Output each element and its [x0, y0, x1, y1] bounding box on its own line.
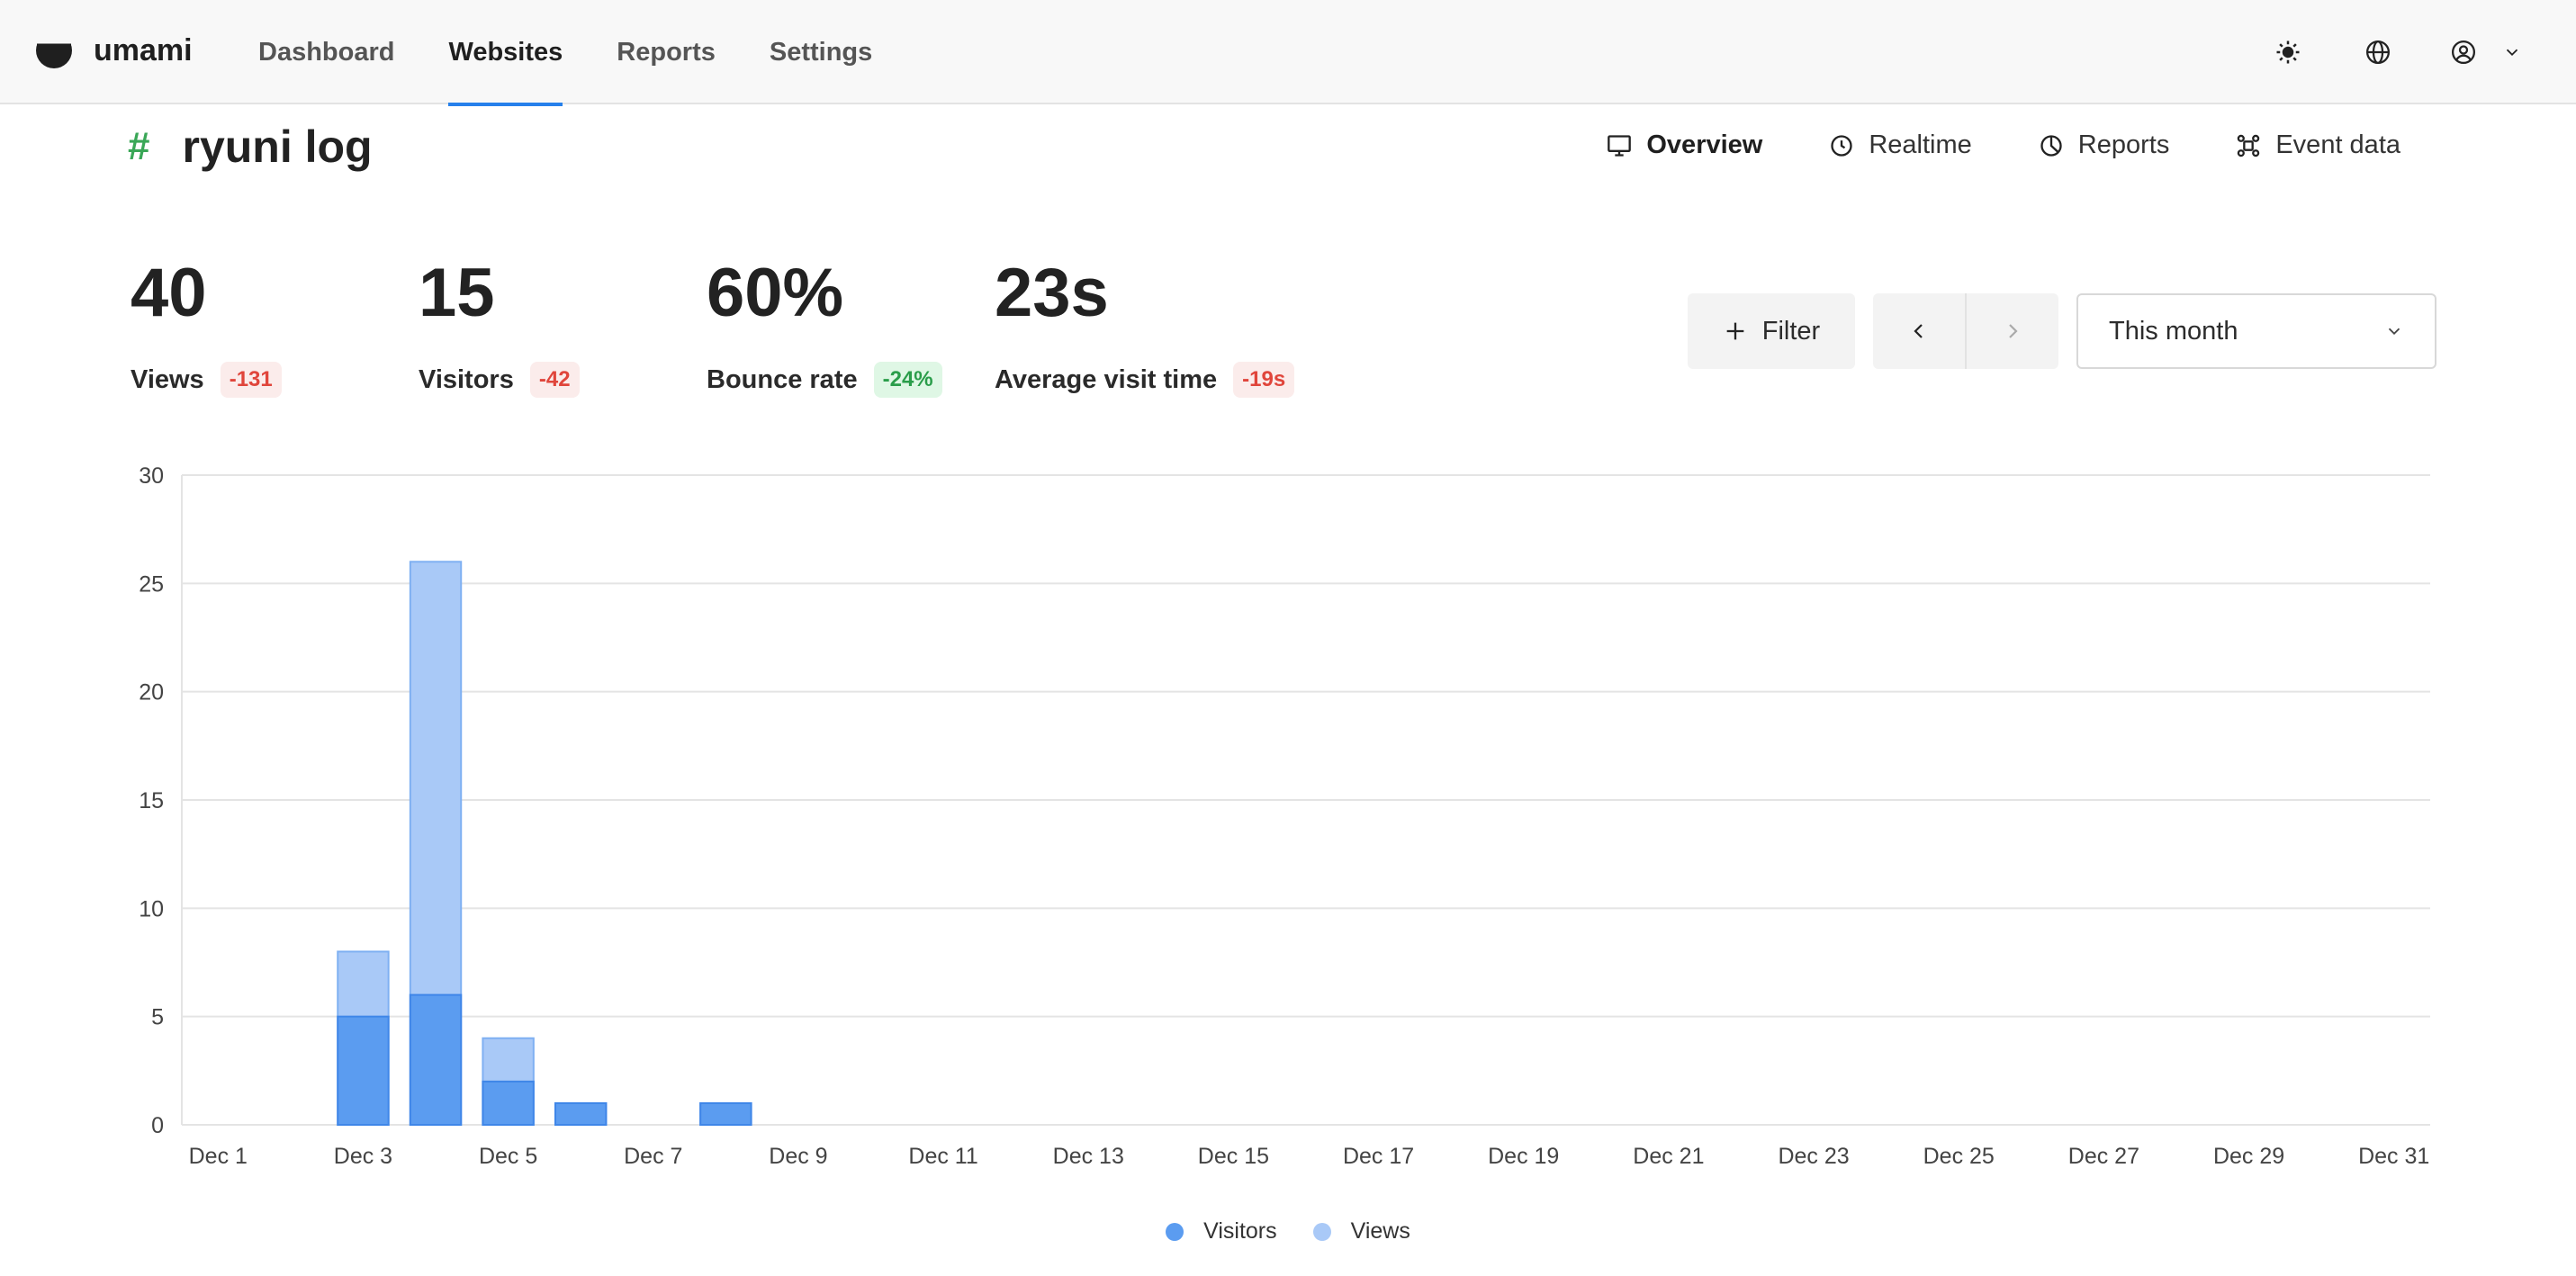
x-tick-label: Dec 27	[2068, 1144, 2139, 1169]
pie-chart-icon	[2040, 134, 2062, 157]
user-profile-icon	[2452, 40, 2475, 64]
x-tick-label: Dec 19	[1488, 1144, 1559, 1169]
x-tick-label: Dec 1	[189, 1144, 248, 1169]
nav-item-settings[interactable]: Settings	[770, 0, 872, 104]
language-button[interactable]	[2360, 34, 2396, 70]
x-tick-label: Dec 13	[1053, 1144, 1124, 1169]
filter-controls: Filter This month	[1688, 293, 2436, 369]
legend-item-visitors[interactable]: Visitors	[1166, 1218, 1277, 1245]
filter-button-label: Filter	[1761, 316, 1821, 346]
nav-item-dashboard[interactable]: Dashboard	[258, 0, 394, 104]
metric-bounce-rate: 60% Bounce rate -24%	[707, 259, 995, 398]
nodes-icon	[2238, 134, 2260, 157]
metric-views: 40 Views -131	[131, 259, 419, 398]
next-period-button[interactable]	[1967, 293, 2058, 369]
x-tick-label: Dec 7	[624, 1144, 682, 1169]
date-range-select[interactable]: This month	[2076, 293, 2436, 369]
x-tick-label: Dec 11	[908, 1144, 977, 1169]
metric-visitors: 15 Visitors -42	[419, 259, 707, 398]
x-tick-label: Dec 25	[1923, 1144, 1995, 1169]
y-tick-label: 5	[151, 1005, 164, 1030]
globe-icon	[2366, 40, 2390, 64]
app-logo[interactable]: umami	[34, 31, 193, 70]
umami-logo-icon	[36, 32, 72, 68]
tab-reports-label: Reports	[2077, 130, 2170, 159]
metric-value: 40	[131, 255, 207, 331]
plus-icon	[1726, 322, 1744, 340]
profile-menu-button[interactable]	[2450, 34, 2522, 70]
website-tabs: Overview Realtime Reports Event data	[1540, 130, 2400, 160]
sun-icon	[2276, 40, 2300, 64]
metric-label: Visitors	[419, 364, 514, 394]
legend-swatch	[1166, 1222, 1184, 1241]
chevron-down-icon	[2388, 328, 2400, 336]
legend-label: Visitors	[1203, 1218, 1277, 1244]
tab-realtime[interactable]: Realtime	[1829, 130, 1972, 160]
x-tick-label: Dec 5	[479, 1144, 537, 1169]
metric-label: Views	[131, 364, 204, 394]
tab-overview[interactable]: Overview	[1607, 130, 1762, 160]
y-tick-label: 15	[139, 788, 164, 813]
theme-toggle-button[interactable]	[2270, 34, 2306, 70]
chevron-right-icon	[2009, 324, 2018, 338]
y-tick-label: 0	[151, 1113, 164, 1138]
tab-reports[interactable]: Reports	[2039, 130, 2170, 160]
nav-item-websites[interactable]: Websites	[448, 0, 563, 106]
tab-event-data[interactable]: Event data	[2236, 130, 2400, 160]
x-tick-label: Dec 21	[1633, 1144, 1704, 1169]
y-tick-label: 30	[139, 463, 164, 489]
page-title: ryuni log	[182, 121, 373, 172]
date-pager	[1873, 293, 2058, 369]
bar-visitors[interactable]	[409, 993, 463, 1126]
x-tick-label: Dec 29	[2213, 1144, 2284, 1169]
legend-label: Views	[1350, 1218, 1410, 1244]
x-tick-label: Dec 31	[2358, 1144, 2429, 1169]
x-tick-label: Dec 15	[1198, 1144, 1269, 1169]
metric-average-visit-time: 23s Average visit time -19s	[995, 259, 1355, 398]
tab-realtime-label: Realtime	[1869, 130, 1972, 159]
y-tick-label: 20	[139, 680, 164, 705]
legend-swatch	[1312, 1222, 1331, 1241]
x-tick-label: Dec 23	[1778, 1144, 1849, 1169]
site-header: # ryuni log	[128, 121, 373, 173]
previous-period-button[interactable]	[1873, 293, 1967, 369]
date-range-value: This month	[2109, 316, 2238, 346]
x-tick-label: Dec 17	[1343, 1144, 1414, 1169]
tab-overview-label: Overview	[1646, 130, 1763, 159]
app-name: umami	[94, 32, 193, 67]
top-navigation-bar: umami Dashboard Websites Reports Setting…	[0, 0, 2576, 106]
legend-item-views[interactable]: Views	[1312, 1218, 1410, 1245]
pageviews-bar-chart: 0 5 10 15 20 25 30 Dec 1 Dec 3 Dec 5 Dec 7 Dec 9 Dec…	[139, 463, 2430, 1169]
change-badge: -42	[529, 362, 580, 398]
clock-icon	[1831, 134, 1853, 157]
nav-item-reports[interactable]: Reports	[617, 0, 716, 104]
bar-visitors[interactable]	[554, 1101, 608, 1127]
chevron-down-icon	[2506, 49, 2518, 57]
change-badge: -24%	[873, 362, 942, 398]
bar-visitors[interactable]	[337, 1015, 390, 1127]
metrics-bar: 40 Views -131 15 Visitors -42 60% Bounce…	[131, 259, 1355, 398]
chart-legend: Visitors Views	[0, 1218, 2576, 1245]
change-badge: -131	[220, 362, 282, 398]
y-tick-label: 25	[139, 571, 164, 597]
metric-label: Bounce rate	[707, 364, 858, 394]
metric-value: 15	[419, 255, 495, 331]
x-tick-label: Dec 9	[769, 1144, 827, 1169]
filter-button[interactable]: Filter	[1688, 293, 1855, 369]
x-tick-label: Dec 3	[334, 1144, 392, 1169]
metric-label: Average visit time	[995, 364, 1218, 394]
bar-visitors[interactable]	[699, 1101, 752, 1127]
metric-value: 60%	[707, 255, 844, 331]
monitor-icon	[1608, 134, 1632, 157]
top-icons	[2270, 34, 2522, 70]
y-tick-label: 10	[139, 896, 164, 921]
website-hash-icon: #	[128, 124, 150, 168]
metric-value: 23s	[995, 255, 1109, 331]
change-badge: -19s	[1233, 362, 1295, 398]
main-nav: Dashboard Websites Reports Settings	[258, 0, 926, 106]
chevron-left-icon	[1914, 324, 1923, 338]
bar-visitors[interactable]	[482, 1080, 535, 1126]
tab-event-data-label: Event data	[2275, 130, 2400, 159]
